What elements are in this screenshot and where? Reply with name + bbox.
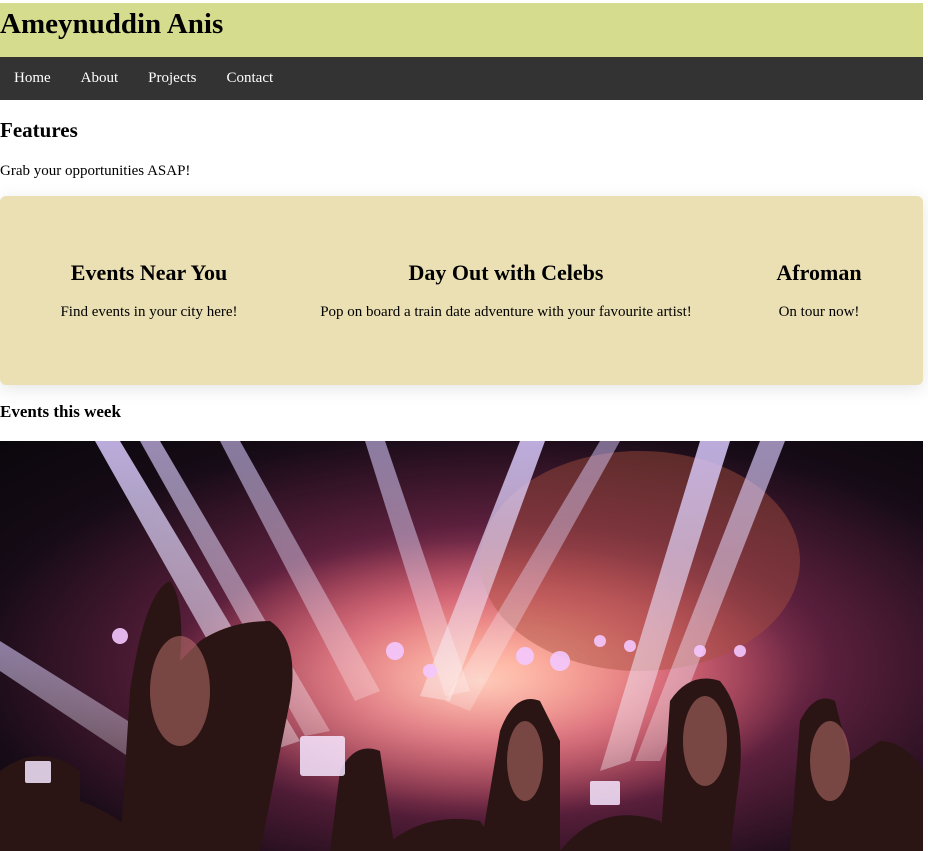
main-nav: Home About Projects Contact	[0, 57, 923, 100]
feature-card-title: Day Out with Celebs	[408, 260, 604, 285]
page: Ameynuddin Anis Home About Projects Cont…	[0, 0, 928, 851]
features-tagline: Grab your opportunities ASAP!	[0, 163, 191, 179]
nav-link-about[interactable]: About	[81, 57, 119, 100]
events-heading: Events this week	[0, 402, 121, 421]
nav-link-home[interactable]: Home	[14, 57, 51, 100]
feature-card-afroman: Afroman On tour now!	[770, 260, 868, 321]
feature-card-day-out-with-celebs: Day Out with Celebs Pop on board a train…	[318, 260, 694, 321]
feature-card-title: Afroman	[776, 260, 862, 285]
feature-card-title: Events Near You	[70, 260, 228, 285]
site-header: Ameynuddin Anis	[0, 3, 923, 57]
feature-card-text: Pop on board a train date adventure with…	[320, 304, 692, 320]
concert-crowd-image	[0, 441, 923, 851]
features-heading: Features	[0, 118, 78, 142]
feature-card-events-near-you: Events Near You Find events in your city…	[58, 260, 240, 321]
features-panel: Events Near You Find events in your city…	[0, 196, 923, 385]
site-title: Ameynuddin Anis	[0, 8, 224, 40]
feature-card-text: On tour now!	[778, 304, 860, 320]
nav-link-contact[interactable]: Contact	[227, 57, 274, 100]
feature-card-text: Find events in your city here!	[60, 304, 238, 320]
nav-link-projects[interactable]: Projects	[148, 57, 196, 100]
